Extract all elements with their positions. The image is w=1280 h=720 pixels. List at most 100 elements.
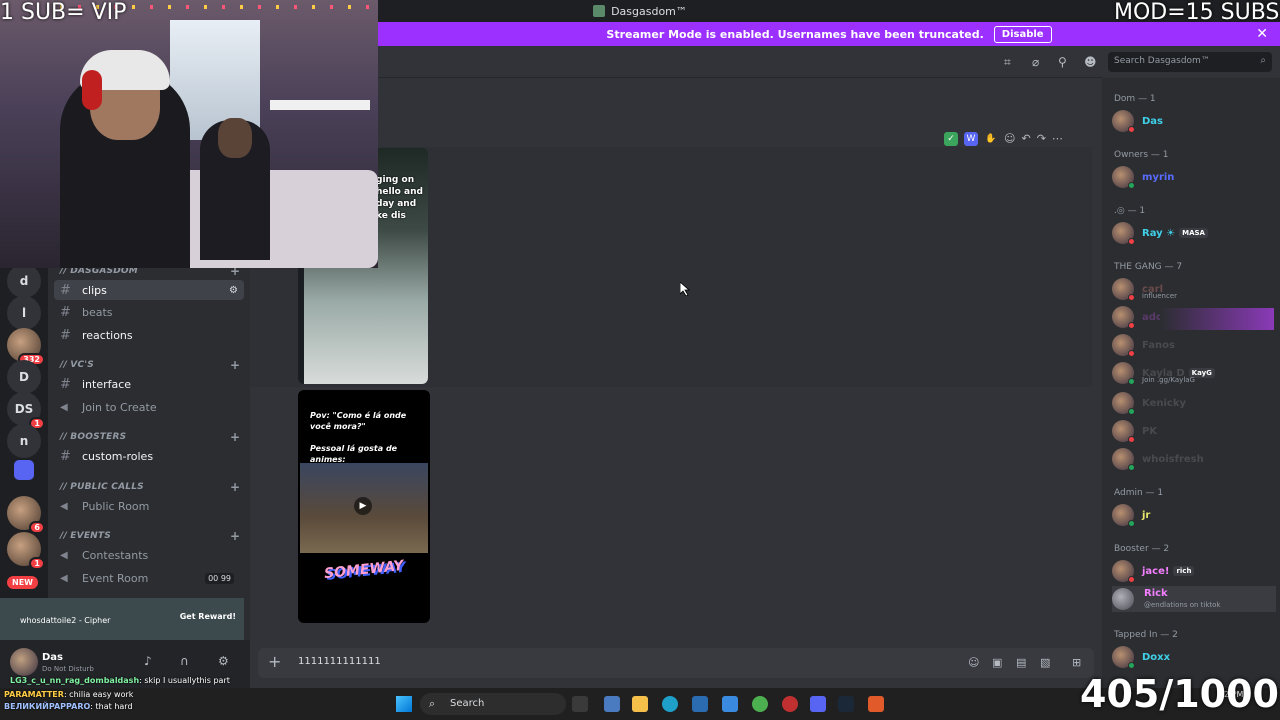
member-item[interactable]: jace! rich xyxy=(1112,558,1276,584)
member-list-icon[interactable]: ☻ xyxy=(1084,55,1097,69)
video-logo: SOMEWAY xyxy=(323,557,405,583)
member-item[interactable]: Kayla D KayG Join .gg/KaylaG xyxy=(1112,360,1276,386)
headphones-icon[interactable]: ∩ xyxy=(180,654,189,668)
channel-beats[interactable]: # beats xyxy=(54,302,244,322)
task-view-icon[interactable] xyxy=(572,696,588,712)
close-icon[interactable]: ✕ xyxy=(1256,26,1268,42)
app-icon[interactable] xyxy=(782,696,798,712)
server-icon[interactable]: 1 xyxy=(7,532,45,570)
member-item[interactable]: myrin xyxy=(1112,164,1276,190)
member-item[interactable]: Doxx xyxy=(1112,644,1276,670)
sub-vip-overlay: 1 SUB= VIP xyxy=(0,0,127,25)
play-icon[interactable]: ▶ xyxy=(354,497,372,515)
member-item[interactable]: Fanos xyxy=(1112,332,1276,358)
gif-icon[interactable]: ▣ xyxy=(992,656,1002,669)
member-item[interactable]: carl influencer xyxy=(1112,276,1276,302)
thumbs-up-reaction-icon[interactable]: ✋ xyxy=(984,132,998,146)
add-attachment-icon[interactable]: + xyxy=(268,652,281,671)
search-input[interactable]: Search Dasgasdom™ ⌕ xyxy=(1108,52,1272,72)
video-attachment[interactable]: Pov: "Como é lá onde você mora?" Pessoal… xyxy=(298,390,430,623)
channel-label: beats xyxy=(82,305,113,319)
add-channel-icon[interactable]: + xyxy=(230,358,240,372)
app-icon[interactable] xyxy=(722,696,738,712)
folder-icon[interactable] xyxy=(14,460,34,480)
reply-icon[interactable]: ↶ xyxy=(1021,132,1030,146)
avatar xyxy=(1112,334,1135,357)
server-icon[interactable]: 332 xyxy=(7,328,45,366)
more-options-icon[interactable]: ⋯ xyxy=(1052,132,1063,146)
avatar xyxy=(1112,504,1135,527)
notification-icon[interactable]: ⌀ xyxy=(1032,55,1039,69)
channel-custom-roles[interactable]: # custom-roles xyxy=(54,446,244,466)
taskbar-search[interactable]: ⌕ Search xyxy=(420,693,566,715)
server-icon[interactable]: DS 1 xyxy=(7,392,45,430)
member-item[interactable]: Das xyxy=(1112,108,1276,134)
member-name: myrin xyxy=(1142,171,1175,183)
composer-text[interactable]: 1111111111111 xyxy=(298,656,381,667)
threads-icon[interactable]: ⌗ xyxy=(1004,55,1011,70)
webcam-overlay xyxy=(0,0,378,268)
video-caption: Pov: "Como é lá onde você mora?" Pessoal… xyxy=(310,411,407,464)
get-reward-button[interactable]: Get Reward! xyxy=(180,612,236,621)
windows-start-icon[interactable] xyxy=(396,696,412,712)
image-icon[interactable]: ▧ xyxy=(1040,656,1050,669)
settings-icon[interactable]: ⚙ xyxy=(218,654,229,668)
add-channel-icon[interactable]: + xyxy=(230,529,240,543)
server-icon[interactable]: 6 xyxy=(7,496,45,534)
w-reaction-icon[interactable]: W xyxy=(964,132,978,146)
voice-channel-public-room[interactable]: ◀ Public Room xyxy=(54,496,244,516)
voice-channel-join-to-create[interactable]: ◀ Join to Create xyxy=(54,397,244,417)
file-explorer-icon[interactable] xyxy=(632,696,648,712)
category-header[interactable]: // Events + xyxy=(60,529,240,543)
category-header[interactable]: // PUBLIC CALLS + xyxy=(60,480,240,494)
message-composer[interactable]: + 1111111111111 ☺ ▣ ▤ ▧ ⊞ xyxy=(258,648,1094,678)
member-item[interactable]: PK xyxy=(1112,418,1276,444)
reward-banner: whosdattoile2 - Cipher Get Reward! xyxy=(0,598,244,640)
server-icon[interactable]: n xyxy=(7,424,41,458)
member-item[interactable]: Rick @endlations on tiktok xyxy=(1112,586,1276,612)
chrome-icon[interactable] xyxy=(752,696,768,712)
category-header[interactable]: // Vc's + xyxy=(60,358,240,372)
member-name: Fanos xyxy=(1142,339,1175,351)
app-icon[interactable] xyxy=(604,696,620,712)
steam-icon[interactable] xyxy=(838,696,854,712)
channel-reactions[interactable]: # reactions xyxy=(54,325,244,345)
store-icon[interactable] xyxy=(692,696,708,712)
server-icon[interactable]: d xyxy=(7,264,41,298)
hash-icon: # xyxy=(60,282,71,298)
member-name: whoisfresh xyxy=(1142,453,1204,465)
avatar xyxy=(1112,278,1135,301)
settings-icon[interactable]: ⚙ xyxy=(229,285,238,296)
disable-streamer-mode-button[interactable]: Disable xyxy=(993,25,1052,43)
member-item[interactable]: jr xyxy=(1112,502,1276,528)
app-icon[interactable] xyxy=(868,696,884,712)
check-reaction-icon[interactable]: ✓ xyxy=(944,132,958,146)
member-item[interactable]: whoisfresh xyxy=(1112,446,1276,472)
channel-clips[interactable]: # clips ⚙ xyxy=(54,280,244,300)
add-reaction-icon[interactable]: ☺ xyxy=(1004,132,1015,146)
emoji-status-icon[interactable]: ☺ xyxy=(968,656,979,669)
avatar[interactable] xyxy=(10,648,38,676)
microphone-icon[interactable]: ♪ xyxy=(144,654,152,668)
server-icon[interactable]: l xyxy=(7,296,41,330)
voice-channel-contestants[interactable]: ◀ Contestants xyxy=(54,545,244,565)
forward-icon[interactable]: ↷ xyxy=(1037,132,1046,146)
taskbar-search-label: Search xyxy=(450,698,485,709)
message-hover-toolbar: ✓ W ✋ ☺ ↶ ↷ ⋯ xyxy=(944,132,1063,146)
pin-icon[interactable]: ⚲ xyxy=(1058,55,1067,69)
member-name: Ray ☀ xyxy=(1142,227,1176,239)
member-item[interactable]: Ray ☀ MASA xyxy=(1112,220,1276,246)
voice-channel-event-room[interactable]: ◀ Event Room 00 99 xyxy=(54,568,244,588)
user-name: Das xyxy=(42,652,64,663)
server-icon[interactable]: D xyxy=(7,360,41,394)
member-item[interactable]: Kenicky xyxy=(1112,390,1276,416)
add-channel-icon[interactable]: + xyxy=(230,480,240,494)
edge-icon[interactable] xyxy=(662,696,678,712)
channel-interface[interactable]: # interface xyxy=(54,374,244,394)
category-header[interactable]: // Boosters + xyxy=(60,430,240,444)
discord-icon[interactable] xyxy=(810,696,826,712)
add-channel-icon[interactable]: + xyxy=(230,430,240,444)
sticker-icon[interactable]: ▤ xyxy=(1016,656,1026,669)
gift-icon[interactable]: ⊞ xyxy=(1072,656,1081,669)
member-group-header: .◎ — 1 xyxy=(1114,206,1146,216)
